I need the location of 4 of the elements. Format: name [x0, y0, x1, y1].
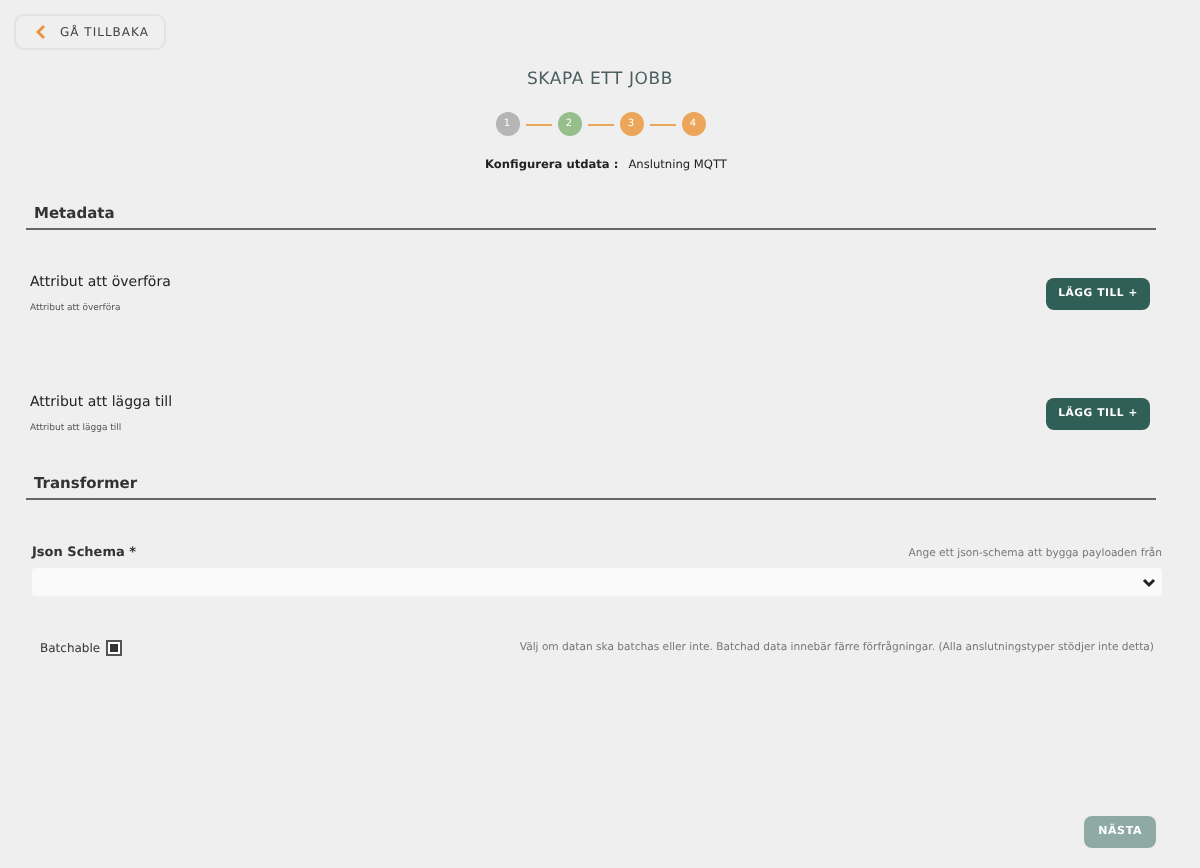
chevron-down-icon	[1142, 577, 1156, 587]
page-title: SKAPA ETT JOBB	[524, 70, 676, 90]
batchable-checkbox[interactable]	[106, 640, 123, 656]
chevron-left-icon	[36, 24, 46, 40]
